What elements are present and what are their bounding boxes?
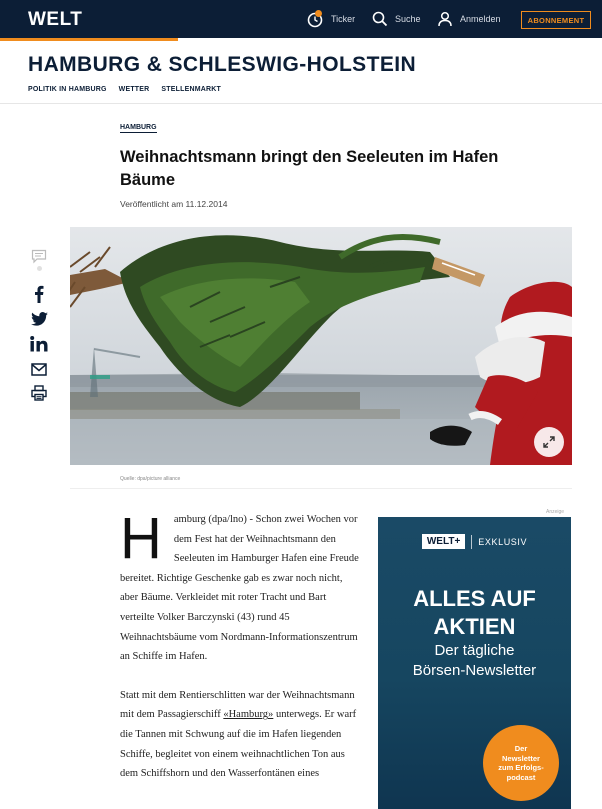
divider-dot <box>28 262 50 274</box>
image-divider <box>70 488 572 489</box>
ticker-icon <box>306 10 324 28</box>
ad-title-line-1: ALLES AUF <box>413 586 536 611</box>
ad-subtitle-line-1: Der tägliche <box>434 642 515 659</box>
subnav-item-politik[interactable]: POLITIK IN HAMBURG <box>28 86 107 93</box>
image-credit: Quelle: dpa/picture alliance <box>120 476 181 482</box>
accent-line <box>0 38 178 41</box>
ad-label: Anzeige <box>546 509 565 515</box>
ad-badge-line-3: zum Erfolgs- <box>498 763 544 772</box>
ad-exclusive: EXKLUSIV <box>478 536 528 547</box>
dropcap: H <box>120 506 162 571</box>
paragraph-1: Hamburg (dpa/lno) - Schon zwei Wochen vo… <box>120 510 360 667</box>
welt-plus-ad[interactable]: WELT+ EXKLUSIV ALLES AUF AKTIEN Der tägl… <box>378 517 571 809</box>
user-icon <box>438 11 452 27</box>
ad-title: ALLES AUF AKTIEN <box>378 585 571 641</box>
expand-icon <box>543 436 555 448</box>
ad-subtitle-line-2: Börsen-Newsletter <box>412 662 537 679</box>
print-icon[interactable] <box>28 383 50 403</box>
article-kicker[interactable]: HAMBURG <box>120 124 157 133</box>
ticker-link[interactable]: Ticker <box>306 0 355 38</box>
ad-badge-line-1: Der <box>514 744 528 753</box>
mail-icon[interactable] <box>28 359 50 379</box>
subscribe-button[interactable]: ABONNEMENT <box>521 11 591 29</box>
linkedin-icon[interactable] <box>28 334 50 354</box>
article-body: Hamburg (dpa/lno) - Schon zwei Wochen vo… <box>120 510 360 803</box>
search-icon <box>372 11 388 27</box>
publish-date: Veröffentlicht am 11.12.2014 <box>120 199 228 209</box>
ad-badge[interactable]: Der Newsletter zum Erfolgs- podcast <box>483 725 559 801</box>
ad-subtitle: Der tägliche Börsen-Newsletter <box>378 641 571 681</box>
search-link[interactable]: Suche <box>372 0 421 38</box>
twitter-icon[interactable] <box>28 309 50 329</box>
subnav-item-wetter[interactable]: WETTER <box>119 86 150 93</box>
ad-badge-line-4: podcast <box>506 772 536 782</box>
paragraph-2: Statt mit dem Rentierschlitten war der W… <box>120 686 360 784</box>
subnav-item-stellenmarkt[interactable]: STELLENMARKT <box>161 86 221 93</box>
top-navigation-bar: WELT Ticker Suche Anmelden ABONNEMENT <box>0 0 602 41</box>
section-subnav: POLITIK IN HAMBURG WETTER STELLENMARKT <box>28 86 221 93</box>
ad-title-line-2: AKTIEN <box>433 614 516 639</box>
facebook-icon[interactable] <box>28 284 50 304</box>
header-divider <box>0 103 602 104</box>
login-link[interactable]: Anmelden <box>437 0 501 38</box>
search-label: Suche <box>395 14 421 24</box>
ad-badge-line-2: Newsletter <box>502 753 540 763</box>
login-label: Anmelden <box>460 14 501 24</box>
ad-brand: WELT+ EXKLUSIV <box>378 534 571 549</box>
section-title[interactable]: HAMBURG & SCHLESWIG-HOLSTEIN <box>28 53 416 77</box>
hamburg-ship-link[interactable]: «Hamburg» <box>223 709 273 720</box>
article-hero-image[interactable] <box>70 227 572 465</box>
ticker-label: Ticker <box>331 14 356 24</box>
expand-image-button[interactable] <box>534 427 564 457</box>
article-headline: Weihnachtsmann bringt den Seeleuten im H… <box>120 148 499 189</box>
ad-brand-logo: WELT+ <box>421 534 466 549</box>
welt-logo[interactable]: WELT <box>28 9 82 31</box>
